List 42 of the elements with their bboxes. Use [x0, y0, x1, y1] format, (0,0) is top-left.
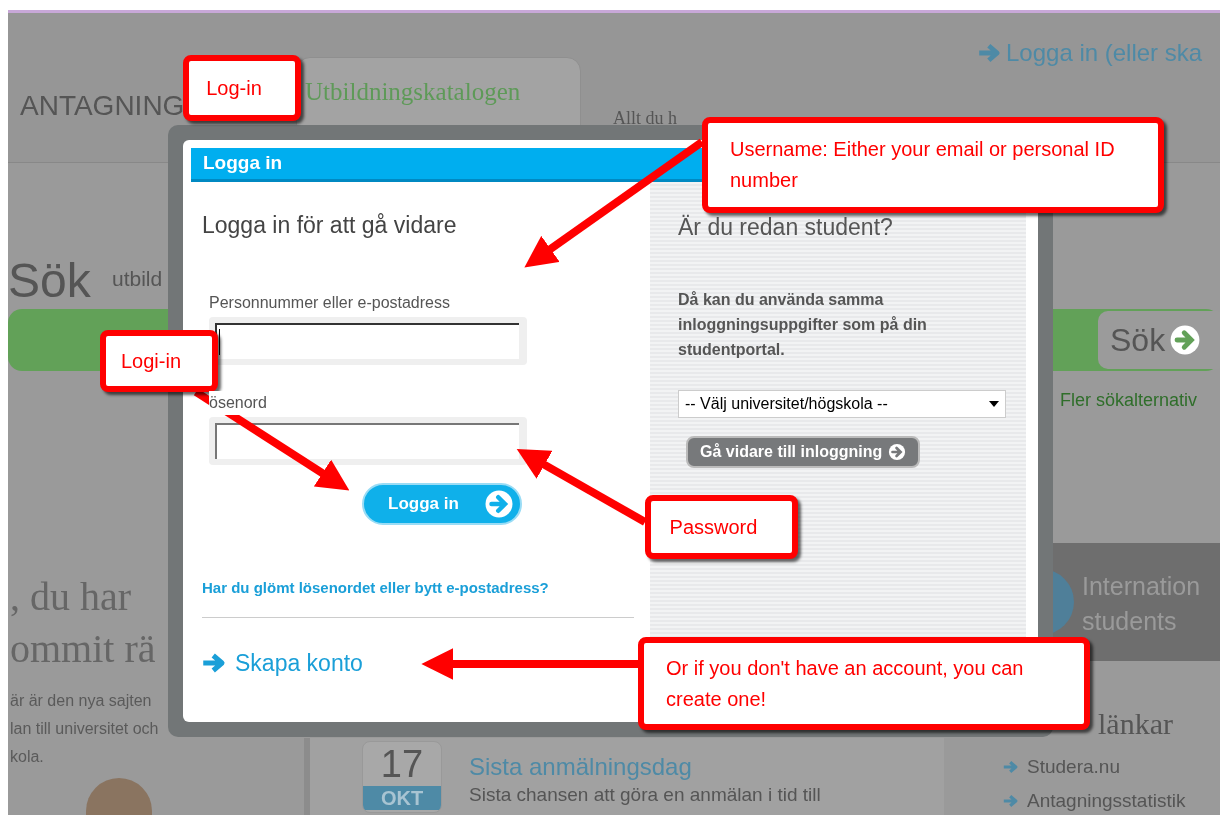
date-badge: 17 OKT: [362, 741, 442, 813]
brand-name: ANTAGNING: [20, 89, 185, 123]
link[interactable]: Antagningsstatistik: [1027, 787, 1186, 815]
deadline-title[interactable]: Sista anmälningsdag: [469, 749, 692, 785]
dialog-title: Logga in: [203, 151, 283, 176]
arrow-circle-icon: [484, 488, 514, 519]
arrow-right-icon: [978, 43, 1002, 63]
annotation-text: Username: Either your email or personal ID number: [730, 137, 1116, 193]
arrow-circle-icon: [1169, 324, 1202, 356]
annotation-text: Or if you don't have an account, you can create one!: [666, 655, 1025, 712]
input-field[interactable]: [209, 416, 527, 465]
links-title: länkar: [1098, 706, 1173, 742]
search-subtitle: utbild: [112, 266, 163, 292]
annotation-text: Logi-in: [120, 348, 181, 374]
catalog-subtitle: Allt du h: [613, 107, 677, 130]
login-button[interactable]: Logga in: [362, 482, 522, 525]
field-label: ösenord: [209, 390, 267, 415]
intro-text: lan till universitet och: [10, 719, 159, 739]
annotation-text: Log-in: [206, 75, 262, 101]
create-account-link[interactable]: Skapa konto: [235, 646, 363, 681]
forgot-password-link[interactable]: Har du glömt lösenordet eller bytt e-postadress?: [202, 576, 634, 599]
continue-login-button[interactable]: Gå vidare till inloggning: [686, 435, 921, 468]
intro-text: är är den nya sajten: [10, 691, 152, 711]
student-heading: Är du redan student?: [678, 213, 894, 242]
deadline-text: Sista chansen att göra en anmälan i tid till: [469, 783, 821, 807]
more-search-options-link[interactable]: Fler sökalternativ: [1060, 387, 1198, 414]
arrow-right-icon: [1003, 794, 1019, 809]
intro-text: kola.: [10, 747, 44, 767]
search-title: Sök: [8, 253, 91, 309]
arrow-circle-icon: [888, 442, 907, 461]
annotation-text: Password: [669, 514, 758, 540]
text-cursor: [219, 328, 220, 355]
search-button[interactable]: Sök: [1098, 311, 1220, 369]
login-heading: Logga in för att gå vidare: [202, 211, 458, 240]
dropdown-caret-icon: [989, 400, 999, 407]
arrow-right-icon: [202, 652, 227, 675]
input-field[interactable]: [209, 316, 527, 365]
catalog-tab-label: Utbildningskatalogen: [305, 77, 521, 107]
arrow-right-icon: [1003, 760, 1019, 775]
university-select[interactable]: -- Välj universitet/högskola --: [678, 389, 1006, 418]
link[interactable]: Studera.nu: [1027, 753, 1120, 782]
student-text: Då kan du använda samma inloggningsuppgifter som på din studentportal.: [678, 289, 928, 360]
